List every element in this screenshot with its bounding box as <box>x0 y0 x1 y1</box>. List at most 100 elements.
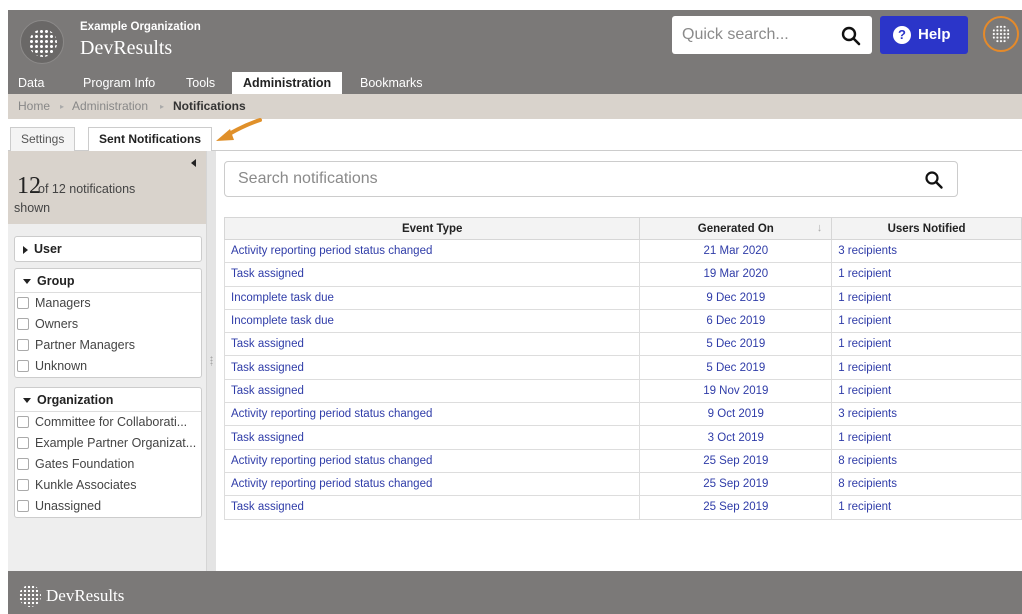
tab-sent-notifications[interactable]: Sent Notifications <box>88 127 213 152</box>
filter-user-header[interactable]: User <box>15 237 201 261</box>
cell-event-type[interactable]: Incomplete task due <box>223 285 641 310</box>
cell-event-type[interactable]: Task assigned <box>223 355 641 380</box>
checkbox[interactable] <box>17 318 29 330</box>
cell-generated-on[interactable]: 9 Oct 2019 <box>639 402 833 427</box>
cell-users-notified[interactable]: 1 recipient <box>831 308 1022 334</box>
filter-option[interactable]: Unknown <box>15 356 201 377</box>
cell-generated-on[interactable]: 19 Nov 2019 <box>639 378 833 404</box>
filter-organization-header[interactable]: Organization <box>15 388 201 412</box>
cell-generated-on[interactable]: 25 Sep 2019 <box>639 448 833 473</box>
filter-option[interactable]: Owners <box>15 314 201 335</box>
main-nav: Data Program Info Tools Administration B… <box>8 72 1022 94</box>
results-count-label: of 12 notifications <box>38 182 136 196</box>
checkbox[interactable] <box>17 297 29 309</box>
column-header-users-notified[interactable]: Users Notified <box>831 217 1022 240</box>
cell-generated-on[interactable]: 5 Dec 2019 <box>639 332 833 357</box>
cell-users-notified[interactable]: 1 recipient <box>831 285 1022 310</box>
filter-option[interactable]: Committee for Collaborati... <box>15 412 201 433</box>
cell-event-type[interactable]: Task assigned <box>223 332 641 357</box>
filter-option[interactable]: Unassigned <box>15 496 201 517</box>
table-row: Activity reporting period status changed… <box>223 448 1022 473</box>
cell-event-type[interactable]: Task assigned <box>223 378 641 404</box>
breadcrumb-separator-icon: ▸ <box>160 102 165 111</box>
cell-users-notified[interactable]: 1 recipient <box>831 332 1022 357</box>
table-row: Task assigned 25 Sep 2019 1 recipient <box>223 495 1022 520</box>
nav-item-data[interactable]: Data <box>18 72 44 94</box>
annotation-arrow-icon <box>216 118 262 141</box>
caret-down-icon <box>23 398 31 404</box>
cell-generated-on[interactable]: 21 Mar 2020 <box>639 238 833 264</box>
cell-users-notified[interactable]: 8 recipients <box>831 448 1022 473</box>
filter-option[interactable]: Example Partner Organizat... <box>15 433 201 454</box>
notifications-search-input[interactable] <box>238 162 918 196</box>
table-row: Incomplete task due 9 Dec 2019 1 recipient <box>223 285 1022 310</box>
filter-option-label: Gates Foundation <box>35 457 135 471</box>
filter-option-label: Unknown <box>35 359 88 373</box>
column-header-generated-on[interactable]: Generated On ↓ <box>639 217 833 240</box>
cell-generated-on[interactable]: 25 Sep 2019 <box>639 495 833 520</box>
sidebar-splitter[interactable] <box>206 151 216 571</box>
breadcrumb-separator-icon: ▸ <box>60 102 65 111</box>
filter-group-header[interactable]: Group <box>15 269 201 293</box>
checkbox[interactable] <box>17 360 29 372</box>
org-logo[interactable] <box>20 20 64 64</box>
cell-users-notified[interactable]: 1 recipient <box>831 262 1022 287</box>
cell-event-type[interactable]: Incomplete task due <box>223 308 641 334</box>
cell-generated-on[interactable]: 9 Dec 2019 <box>639 285 833 310</box>
table-row: Task assigned 3 Oct 2019 1 recipient <box>223 425 1022 450</box>
filter-option[interactable]: Managers <box>15 293 201 314</box>
cell-event-type[interactable]: Task assigned <box>223 495 641 520</box>
collapse-sidebar-icon[interactable] <box>191 159 196 167</box>
nav-item-tools[interactable]: Tools <box>186 72 215 94</box>
nav-item-program-info[interactable]: Program Info <box>83 72 155 94</box>
cell-users-notified[interactable]: 3 recipients <box>831 402 1022 427</box>
filter-sidebar: 12 of 12 notifications shown User Group … <box>8 151 206 571</box>
cell-users-notified[interactable]: 1 recipient <box>831 495 1022 520</box>
footer-brand: DevResults <box>46 586 125 605</box>
breadcrumb-administration[interactable]: Administration <box>72 94 148 119</box>
cell-event-type[interactable]: Activity reporting period status changed <box>223 471 641 497</box>
cell-users-notified[interactable]: 1 recipient <box>831 355 1022 380</box>
cell-generated-on[interactable]: 3 Oct 2019 <box>639 425 833 450</box>
cell-users-notified[interactable]: 1 recipient <box>831 425 1022 450</box>
cell-users-notified[interactable]: 1 recipient <box>831 378 1022 404</box>
cell-generated-on[interactable]: 6 Dec 2019 <box>639 308 833 334</box>
checkbox[interactable] <box>17 458 29 470</box>
footer-logo-icon <box>19 585 41 607</box>
table-header-row: Event Type Generated On ↓ Users Notified <box>223 217 1022 240</box>
grip-icon <box>210 356 213 366</box>
cell-event-type[interactable]: Activity reporting period status changed <box>223 402 641 427</box>
cell-event-type[interactable]: Task assigned <box>223 262 641 287</box>
cell-event-type[interactable]: Task assigned <box>223 425 641 450</box>
checkbox[interactable] <box>17 437 29 449</box>
filter-option[interactable]: Partner Managers <box>15 335 201 356</box>
quick-search-input[interactable] <box>682 16 832 54</box>
checkbox[interactable] <box>17 479 29 491</box>
cell-generated-on[interactable]: 19 Mar 2020 <box>639 262 833 287</box>
cell-users-notified[interactable]: 3 recipients <box>831 238 1022 264</box>
search-icon[interactable] <box>840 25 862 47</box>
checkbox[interactable] <box>17 416 29 428</box>
filter-user: User <box>14 236 202 262</box>
table-row: Task assigned 5 Dec 2019 1 recipient <box>223 355 1022 380</box>
nav-item-bookmarks[interactable]: Bookmarks <box>360 72 423 94</box>
quick-search-box <box>672 16 872 54</box>
search-icon[interactable] <box>924 170 944 190</box>
cell-event-type[interactable]: Activity reporting period status changed <box>223 238 641 264</box>
cell-generated-on[interactable]: 25 Sep 2019 <box>639 471 833 497</box>
user-avatar[interactable] <box>983 16 1019 52</box>
cell-generated-on[interactable]: 5 Dec 2019 <box>639 355 833 380</box>
checkbox[interactable] <box>17 500 29 512</box>
tab-settings[interactable]: Settings <box>10 127 76 151</box>
filter-title: User <box>34 242 62 256</box>
breadcrumb-home[interactable]: Home <box>18 94 50 119</box>
filter-group: Group Managers Owners Partner Managers U… <box>14 268 202 378</box>
filter-option[interactable]: Gates Foundation <box>15 454 201 475</box>
nav-item-administration[interactable]: Administration <box>232 72 343 94</box>
filter-option[interactable]: Kunkle Associates <box>15 475 201 496</box>
checkbox[interactable] <box>17 339 29 351</box>
cell-users-notified[interactable]: 8 recipients <box>831 471 1022 497</box>
cell-event-type[interactable]: Activity reporting period status changed <box>223 448 641 473</box>
help-button[interactable]: ? Help <box>880 16 968 54</box>
column-header-event-type[interactable]: Event Type <box>223 217 641 240</box>
